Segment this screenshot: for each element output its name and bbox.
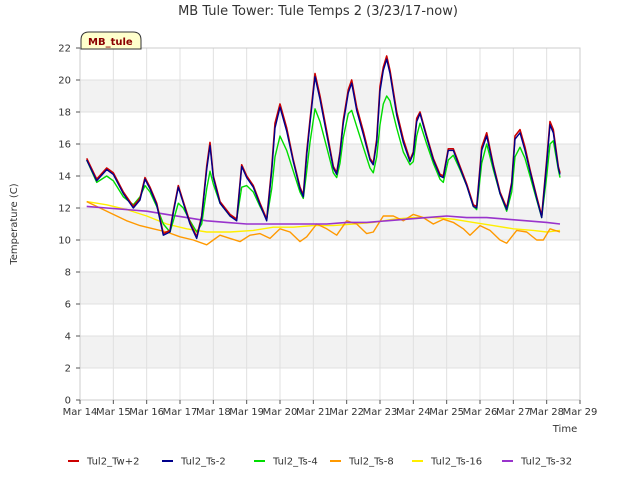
y-tick-label: 4	[65, 332, 71, 343]
y-axis-label: Temperature (C)	[9, 183, 20, 265]
legend-label: Tul2_Ts-32	[520, 457, 572, 468]
x-tick-label: Mar 26	[463, 407, 498, 418]
legend-label: Tul2_Ts-16	[430, 457, 482, 468]
x-tick-label: Mar 16	[129, 407, 164, 418]
x-tick-label: Mar 14	[63, 407, 98, 418]
grid-band	[80, 272, 580, 304]
x-tick-label: Mar 23	[363, 407, 398, 418]
y-tick-label: 8	[65, 268, 71, 279]
legend: Tul2_Tw+2 Tul2_Ts-2 Tul2_Ts-4 Tul2_Ts-8 Tul2…	[68, 457, 572, 468]
x-tick-label: Mar 19	[229, 407, 264, 418]
x-tick-label: Mar 25	[429, 407, 464, 418]
legend-item: Tul2_Ts-16	[412, 457, 482, 468]
x-tick-label: Mar 21	[296, 407, 331, 418]
grid-band	[80, 80, 580, 112]
x-tick-label: Mar 22	[329, 407, 364, 418]
y-tick-label: 10	[58, 236, 71, 247]
y-tick-label: 6	[65, 300, 71, 311]
y-tick-label: 14	[58, 172, 71, 183]
x-tick-label: Mar 18	[196, 407, 231, 418]
y-tick-label: 16	[58, 140, 71, 151]
y-tick-label: 18	[58, 108, 71, 119]
chart-title: MB Tule Tower: Tule Temps 2 (3/23/17-now…	[178, 4, 458, 19]
legend-item: Tul2_Ts-32	[502, 457, 572, 468]
x-axis-ticks: Mar 14Mar 15Mar 16Mar 17Mar 18Mar 19Mar …	[63, 400, 598, 418]
y-tick-label: 0	[65, 396, 71, 407]
legend-item: Tul2_Ts-8	[330, 457, 394, 468]
y-tick-label: 20	[58, 76, 71, 87]
chart: MB Tule Tower: Tule Temps 2 (3/23/17-now…	[9, 4, 598, 468]
x-tick-label: Mar 28	[529, 407, 564, 418]
y-tick-label: 2	[65, 364, 71, 375]
x-axis-label: Time	[552, 424, 577, 435]
y-tick-label: 22	[58, 44, 71, 55]
x-tick-label: Mar 29	[563, 407, 598, 418]
legend-item: Tul2_Tw+2	[68, 457, 139, 468]
legend-label: Tul2_Ts-2	[180, 457, 226, 468]
y-tick-label: 12	[58, 204, 71, 215]
legend-label: Tul2_Ts-8	[348, 457, 394, 468]
x-tick-label: Mar 27	[496, 407, 531, 418]
legend-label: Tul2_Tw+2	[86, 457, 139, 468]
legend-item: Tul2_Ts-2	[162, 457, 226, 468]
grid-band	[80, 336, 580, 368]
x-tick-label: Mar 20	[263, 407, 298, 418]
x-tick-label: Mar 15	[96, 407, 131, 418]
legend-item: Tul2_Ts-4	[254, 457, 318, 468]
y-axis-ticks: 0 2 4 6 8 10 12 14 16 18 20 22	[58, 44, 80, 407]
station-badge: MB_tule	[80, 31, 142, 50]
x-tick-label: Mar 17	[163, 407, 198, 418]
x-tick-label: Mar 24	[396, 407, 431, 418]
station-badge-label: MB_tule	[88, 37, 133, 48]
legend-label: Tul2_Ts-4	[272, 457, 318, 468]
